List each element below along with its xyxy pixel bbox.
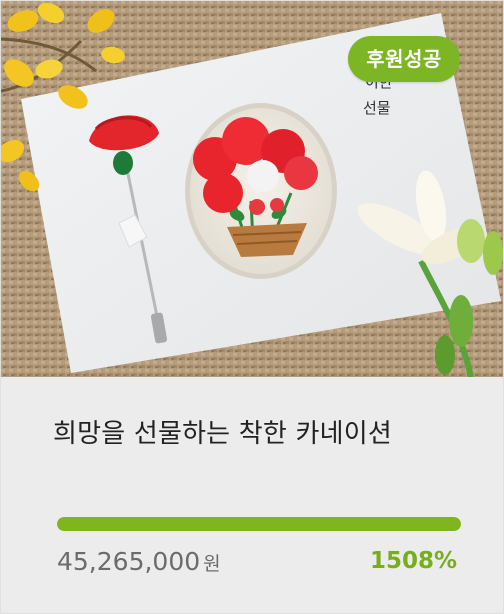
funding-progress-bar: [57, 517, 461, 531]
project-card[interactable]: 이한 선물 후원성공 희망을 선물하는 착한 카네이션 45,265,000 원…: [0, 0, 504, 614]
project-thumbnail[interactable]: 이한 선물 후원성공: [1, 1, 503, 377]
project-info: 희망을 선물하는 착한 카네이션 45,265,000 원 1508%: [1, 377, 503, 613]
project-title[interactable]: 희망을 선물하는 착한 카네이션: [53, 413, 392, 450]
funding-progress-fill: [57, 517, 461, 531]
funded-amount: 45,265,000 원: [57, 547, 221, 576]
funded-amount-value: 45,265,000: [57, 547, 201, 576]
oval-brooch: [185, 103, 337, 279]
currency-unit: 원: [203, 553, 221, 575]
card-text-line2: 선물: [363, 99, 391, 117]
funding-success-badge: 후원성공: [348, 36, 460, 82]
funding-percent: 1508%: [369, 548, 457, 574]
